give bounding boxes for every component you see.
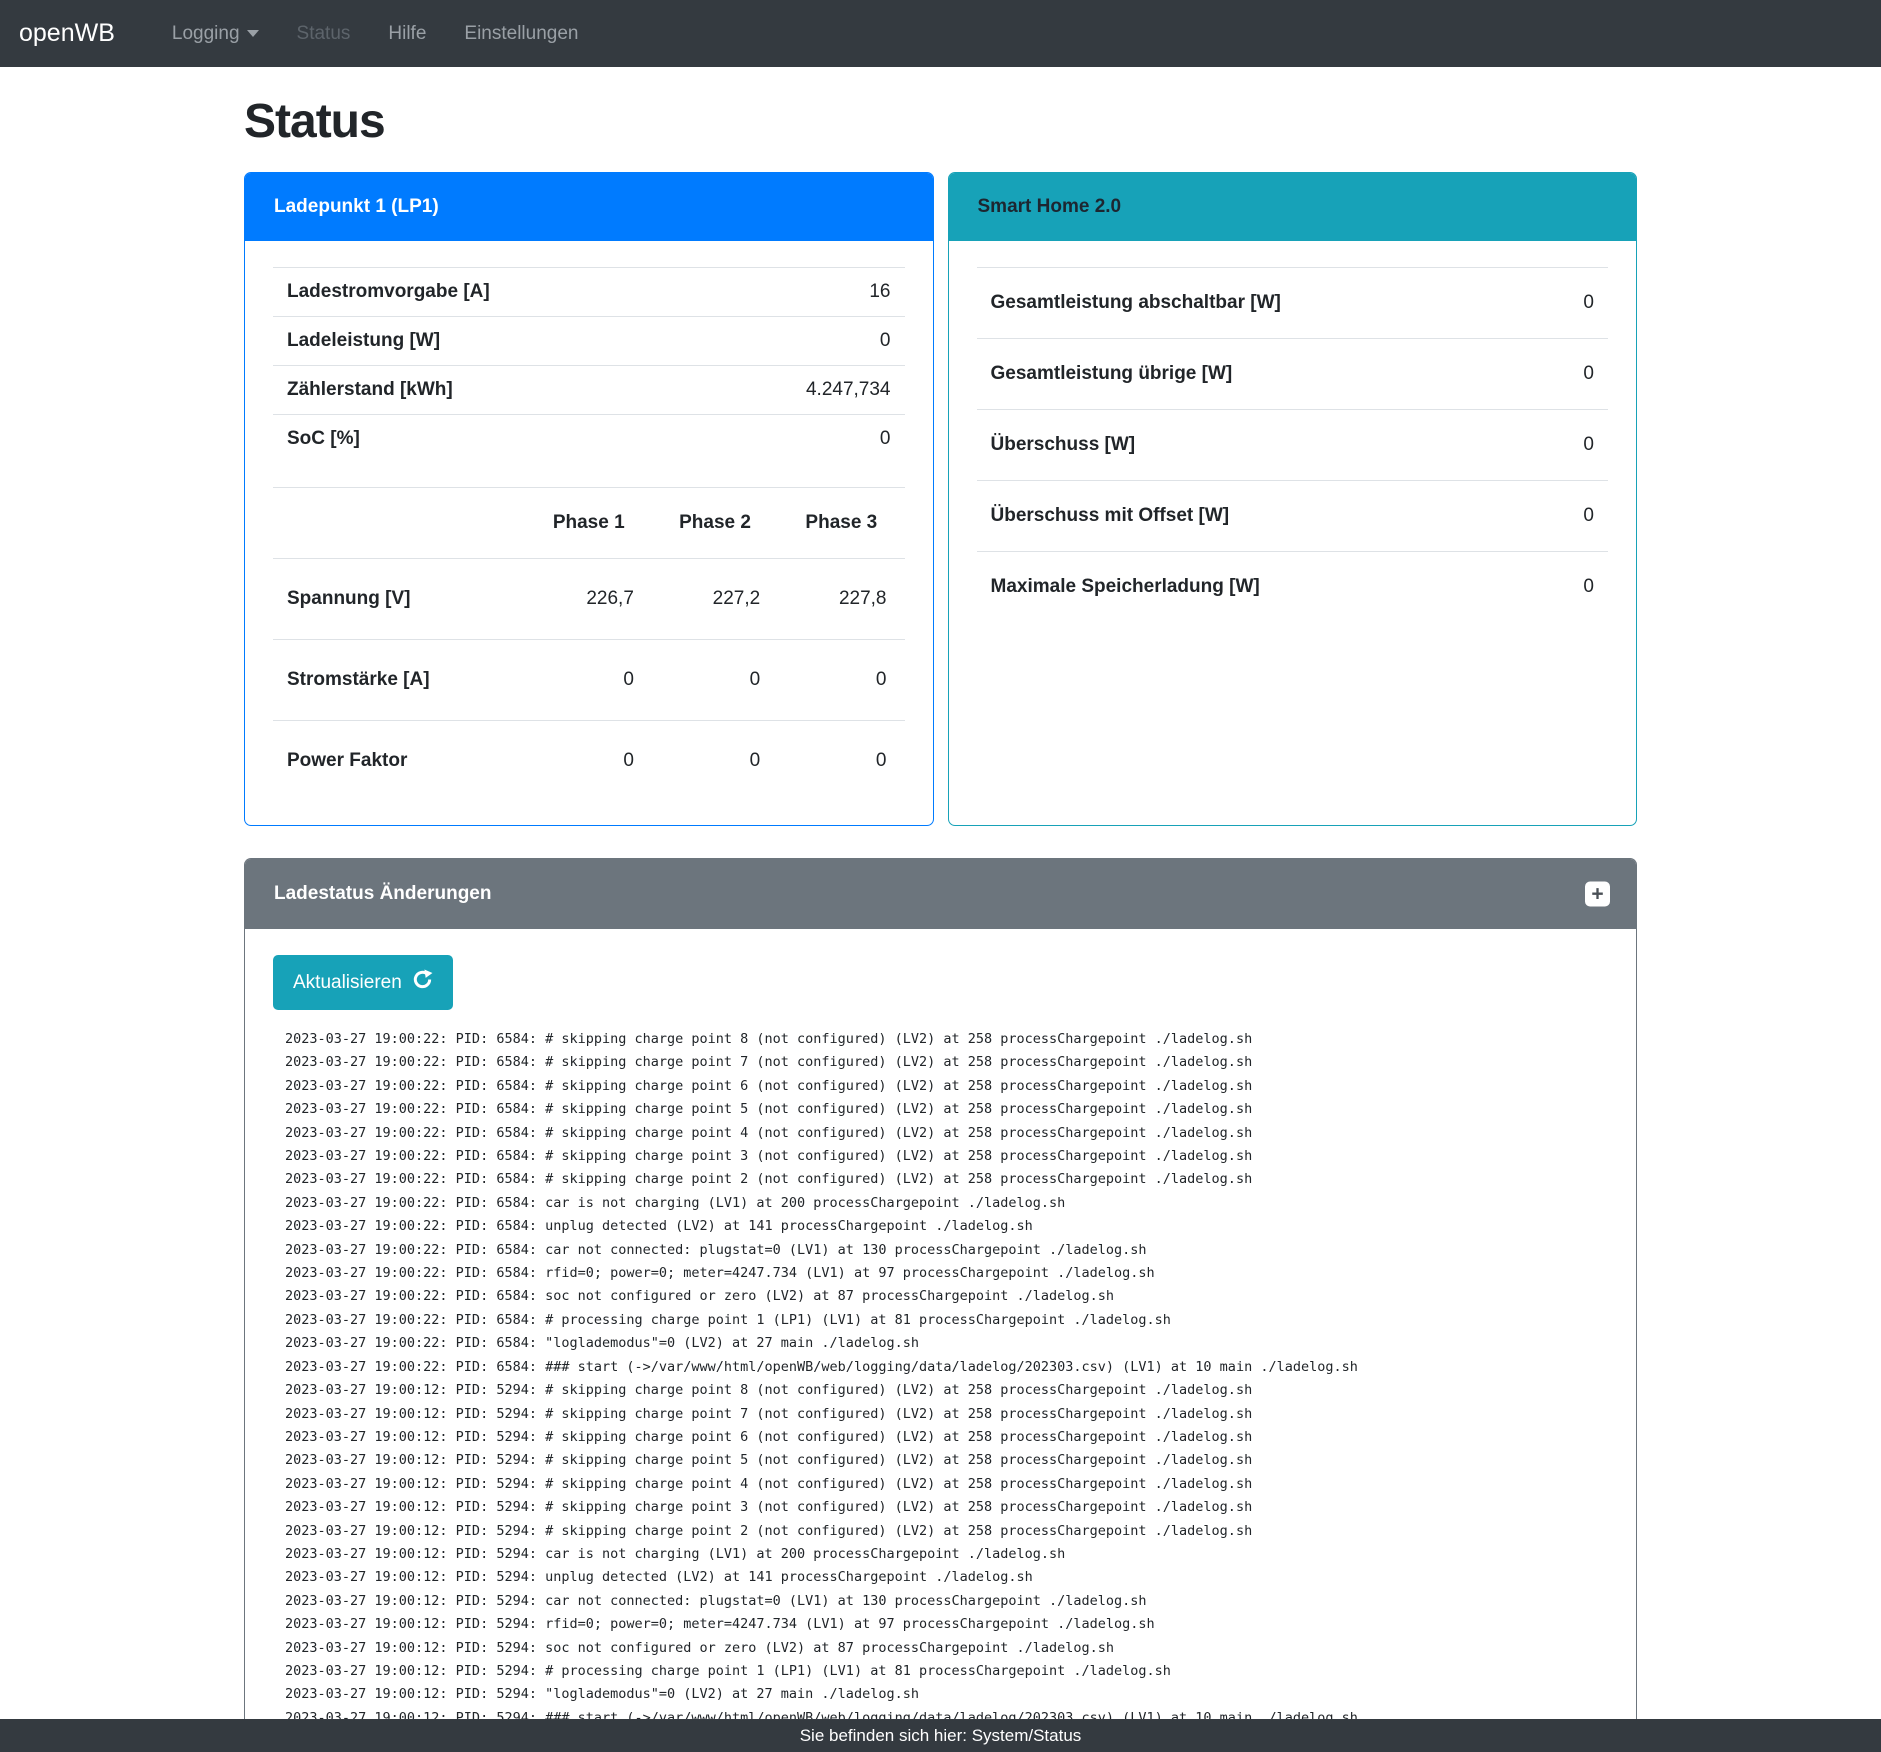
ladepunkt-label: Ladeleistung [W] (273, 316, 698, 366)
smarthome-card: Smart Home 2.0 Gesamtleistung abschaltba… (947, 172, 1637, 826)
ladestatus-card-body: Aktualisieren 2023-03-27 19:00:22: PID: … (245, 929, 1636, 1752)
ladestatus-card-header: Ladestatus Änderungen + (245, 859, 1636, 929)
nav-links: Logging Status Hilfe Einstellungen (153, 13, 598, 55)
nav-item-einstellungen[interactable]: Einstellungen (445, 13, 597, 55)
refresh-button-label: Aktualisieren (293, 971, 402, 993)
nav-item-hilfe[interactable]: Hilfe (369, 13, 445, 55)
phase-column-header: Phase 1 (525, 487, 652, 559)
ladepunkt-row: Zählerstand [kWh] 4.247,734 (273, 365, 905, 415)
ladepunkt-value: 0 (697, 414, 905, 463)
smarthome-row: Gesamtleistung übrige [W] 0 (976, 338, 1608, 410)
smarthome-value: 0 (1539, 267, 1608, 339)
brand-openwb[interactable]: openWB (19, 19, 115, 48)
smarthome-row: Überschuss mit Offset [W] 0 (976, 480, 1608, 552)
ladepunkt-row: Ladestromvorgabe [A] 16 (273, 267, 905, 317)
smarthome-label: Überschuss [W] (976, 409, 1540, 481)
phase-row-value: 226,7 (525, 558, 652, 640)
smarthome-values-table: Gesamtleistung abschaltbar [W] 0 Gesamtlei… (976, 267, 1608, 622)
expand-plus-button[interactable]: + (1585, 881, 1610, 907)
phase-column-header: Phase 3 (778, 487, 905, 559)
refresh-icon (412, 969, 433, 996)
ladepunkt-value: 4.247,734 (697, 365, 905, 415)
smarthome-row: Überschuss [W] 0 (976, 409, 1608, 481)
chevron-down-icon (246, 29, 259, 37)
nav-item-logging[interactable]: Logging (153, 13, 278, 55)
phase-row-label: Power Faktor (273, 720, 526, 801)
log-output: 2023-03-27 19:00:22: PID: 6584: # skippi… (285, 1031, 1358, 1749)
page-title: Status (244, 95, 386, 148)
ladepunkt-row: Ladeleistung [W] 0 (273, 316, 905, 366)
plus-icon: + (1591, 882, 1604, 906)
navbar: openWB Logging Status Hilfe Einstellungen (0, 0, 1881, 67)
smarthome-label: Gesamtleistung abschaltbar [W] (976, 267, 1540, 339)
phase-row-value: 227,8 (778, 558, 905, 640)
phase-row: Power Faktor 0 0 0 (273, 720, 905, 801)
smarthome-value: 0 (1539, 480, 1608, 552)
ladepunkt-value: 16 (697, 267, 905, 317)
nav-item-status[interactable]: Status (278, 13, 370, 55)
smarthome-label: Gesamtleistung übrige [W] (976, 338, 1540, 410)
phase-row-value: 0 (651, 639, 779, 721)
footer-breadcrumb: Sie befinden sich hier: System/Status (0, 1719, 1881, 1752)
ladepunkt-card-header: Ladepunkt 1 (LP1) (245, 173, 933, 241)
smarthome-row: Maximale Speicherladung [W] 0 (976, 551, 1608, 622)
refresh-button[interactable]: Aktualisieren (273, 955, 453, 1010)
phase-row-label: Spannung [V] (273, 558, 526, 640)
ladepunkt-label: Zählerstand [kWh] (273, 365, 698, 415)
phase-row-value: 0 (525, 720, 652, 801)
smarthome-value: 0 (1539, 338, 1608, 410)
ladepunkt-values-table: Ladestromvorgabe [A] 16 Ladeleistung [W] 0 Z… (273, 267, 905, 463)
ladepunkt-card-body: Ladestromvorgabe [A] 16 Ladeleistung [W] 0 Z… (245, 241, 933, 825)
phase-row-value: 0 (651, 720, 779, 801)
smarthome-value: 0 (1539, 551, 1608, 622)
phase-row-value: 0 (778, 639, 905, 721)
status-cards-row: Ladepunkt 1 (LP1) Ladestromvorgabe [A] 16… (244, 172, 1637, 826)
smarthome-card-body: Gesamtleistung abschaltbar [W] 0 Gesamtlei… (949, 241, 1637, 825)
phase-row-value: 0 (778, 720, 905, 801)
ladestatus-card-title: Ladestatus Änderungen (274, 883, 492, 904)
phase-row: Stromstärke [A] 0 0 0 (273, 639, 905, 721)
phase-row: Spannung [V] 226,7 227,2 227,8 (273, 558, 905, 640)
phase-row-value: 227,2 (651, 558, 779, 640)
phase-row-value: 0 (525, 639, 652, 721)
smarthome-label: Überschuss mit Offset [W] (976, 480, 1540, 552)
footer-text: Sie befinden sich hier: System/Status (799, 1725, 1082, 1745)
ladepunkt-row: SoC [%] 0 (273, 414, 905, 463)
ladestatus-card: Ladestatus Änderungen + Aktualisieren 20… (244, 858, 1637, 1752)
ladepunkt-value: 0 (697, 316, 905, 366)
phase-table: Phase 1 Phase 2 Phase 3 Spannung [V] 226,7 2… (273, 487, 905, 801)
main-container: Status Ladepunkt 1 (LP1) Ladestromvorgab… (244, 67, 1637, 1752)
smarthome-row: Gesamtleistung abschaltbar [W] 0 (976, 267, 1608, 339)
phase-column-header: Phase 2 (651, 487, 779, 559)
phase-table-corner (273, 487, 526, 559)
ladepunkt-label: Ladestromvorgabe [A] (273, 267, 698, 317)
ladepunkt-card: Ladepunkt 1 (LP1) Ladestromvorgabe [A] 16… (244, 172, 934, 826)
phase-row-label: Stromstärke [A] (273, 639, 526, 721)
ladepunkt-label: SoC [%] (273, 414, 698, 463)
smarthome-card-header: Smart Home 2.0 (948, 173, 1636, 241)
smarthome-value: 0 (1539, 409, 1608, 481)
smarthome-label: Maximale Speicherladung [W] (976, 551, 1540, 622)
